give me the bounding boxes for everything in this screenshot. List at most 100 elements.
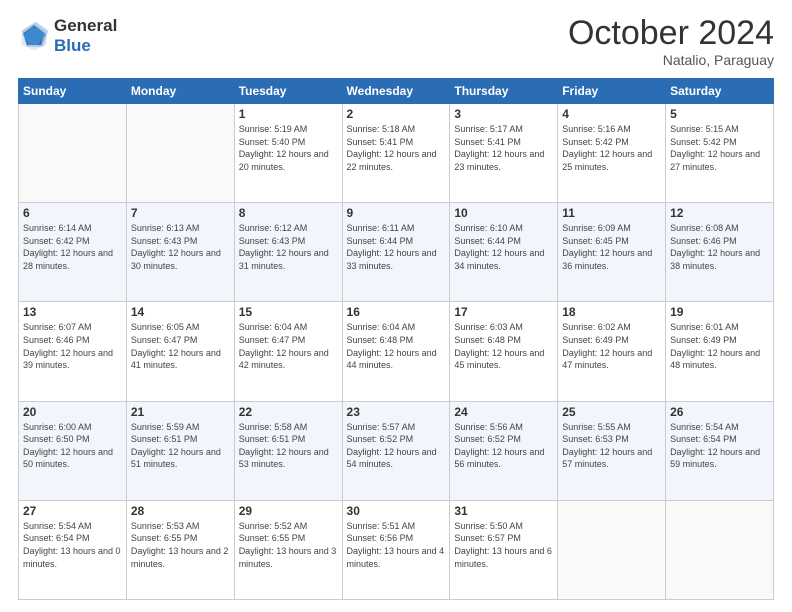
day-info: Sunrise: 6:14 AMSunset: 6:42 PMDaylight:… xyxy=(23,222,122,272)
calendar-cell: 11 Sunrise: 6:09 AMSunset: 6:45 PMDayligh… xyxy=(558,203,666,302)
day-info: Sunrise: 6:08 AMSunset: 6:46 PMDaylight:… xyxy=(670,222,769,272)
location-subtitle: Natalio, Paraguay xyxy=(568,52,774,68)
day-number: 16 xyxy=(347,305,446,319)
day-info: Sunrise: 6:04 AMSunset: 6:48 PMDaylight:… xyxy=(347,321,446,371)
day-number: 19 xyxy=(670,305,769,319)
day-info: Sunrise: 6:04 AMSunset: 6:47 PMDaylight:… xyxy=(239,321,338,371)
day-number: 22 xyxy=(239,405,338,419)
header-wednesday: Wednesday xyxy=(342,79,450,104)
calendar-cell: 25 Sunrise: 5:55 AMSunset: 6:53 PMDayligh… xyxy=(558,401,666,500)
day-number: 17 xyxy=(454,305,553,319)
day-number: 4 xyxy=(562,107,661,121)
calendar-week-5: 27 Sunrise: 5:54 AMSunset: 6:54 PMDayligh… xyxy=(19,500,774,599)
calendar-cell xyxy=(666,500,774,599)
day-info: Sunrise: 5:51 AMSunset: 6:56 PMDaylight:… xyxy=(347,520,446,570)
day-number: 30 xyxy=(347,504,446,518)
calendar-cell: 4 Sunrise: 5:16 AMSunset: 5:42 PMDaylight… xyxy=(558,104,666,203)
calendar-week-2: 6 Sunrise: 6:14 AMSunset: 6:42 PMDaylight… xyxy=(19,203,774,302)
calendar-week-4: 20Sunrise: 6:00 AMSunset: 6:50 PMDayligh… xyxy=(19,401,774,500)
day-number: 24 xyxy=(454,405,553,419)
calendar-cell: 3 Sunrise: 5:17 AMSunset: 5:41 PMDaylight… xyxy=(450,104,558,203)
day-number: 28 xyxy=(131,504,230,518)
calendar-cell: 26Sunrise: 5:54 AMSunset: 6:54 PMDayligh… xyxy=(666,401,774,500)
day-info: Sunrise: 5:15 AMSunset: 5:42 PMDaylight:… xyxy=(670,123,769,173)
day-info: Sunrise: 5:55 AMSunset: 6:53 PMDaylight:… xyxy=(562,421,661,471)
logo-icon xyxy=(18,20,50,52)
calendar-cell: 10 Sunrise: 6:10 AMSunset: 6:44 PMDayligh… xyxy=(450,203,558,302)
calendar-table: SundayMondayTuesdayWednesdayThursdayFrid… xyxy=(18,78,774,600)
calendar-cell: 18 Sunrise: 6:02 AMSunset: 6:49 PMDayligh… xyxy=(558,302,666,401)
calendar-cell: 9 Sunrise: 6:11 AMSunset: 6:44 PMDaylight… xyxy=(342,203,450,302)
day-info: Sunrise: 5:56 AMSunset: 6:52 PMDaylight:… xyxy=(454,421,553,471)
day-info: Sunrise: 6:03 AMSunset: 6:48 PMDaylight:… xyxy=(454,321,553,371)
calendar-cell: 27 Sunrise: 5:54 AMSunset: 6:54 PMDayligh… xyxy=(19,500,127,599)
logo-blue: Blue xyxy=(54,36,117,56)
logo: General Blue xyxy=(18,16,117,57)
day-info: Sunrise: 6:12 AMSunset: 6:43 PMDaylight:… xyxy=(239,222,338,272)
day-info: Sunrise: 6:00 AMSunset: 6:50 PMDaylight:… xyxy=(23,421,122,471)
calendar-cell: 23Sunrise: 5:57 AMSunset: 6:52 PMDayligh… xyxy=(342,401,450,500)
day-info: Sunrise: 6:05 AMSunset: 6:47 PMDaylight:… xyxy=(131,321,230,371)
header-monday: Monday xyxy=(126,79,234,104)
day-number: 7 xyxy=(131,206,230,220)
calendar-header-row: SundayMondayTuesdayWednesdayThursdayFrid… xyxy=(19,79,774,104)
calendar-cell: 22Sunrise: 5:58 AMSunset: 6:51 PMDayligh… xyxy=(234,401,342,500)
day-info: Sunrise: 5:19 AMSunset: 5:40 PMDaylight:… xyxy=(239,123,338,173)
day-number: 2 xyxy=(347,107,446,121)
calendar-cell: 31 Sunrise: 5:50 AMSunset: 6:57 PMDayligh… xyxy=(450,500,558,599)
calendar-cell: 1 Sunrise: 5:19 AMSunset: 5:40 PMDaylight… xyxy=(234,104,342,203)
calendar-cell: 29Sunrise: 5:52 AMSunset: 6:55 PMDayligh… xyxy=(234,500,342,599)
calendar-cell: 8 Sunrise: 6:12 AMSunset: 6:43 PMDaylight… xyxy=(234,203,342,302)
day-info: Sunrise: 5:17 AMSunset: 5:41 PMDaylight:… xyxy=(454,123,553,173)
calendar-week-1: 1 Sunrise: 5:19 AMSunset: 5:40 PMDaylight… xyxy=(19,104,774,203)
day-number: 18 xyxy=(562,305,661,319)
calendar-cell: 7 Sunrise: 6:13 AMSunset: 6:43 PMDaylight… xyxy=(126,203,234,302)
logo-text: General Blue xyxy=(54,16,117,57)
calendar-cell: 5 Sunrise: 5:15 AMSunset: 5:42 PMDaylight… xyxy=(666,104,774,203)
header-thursday: Thursday xyxy=(450,79,558,104)
day-number: 1 xyxy=(239,107,338,121)
day-number: 21 xyxy=(131,405,230,419)
day-number: 10 xyxy=(454,206,553,220)
day-info: Sunrise: 6:02 AMSunset: 6:49 PMDaylight:… xyxy=(562,321,661,371)
day-number: 9 xyxy=(347,206,446,220)
month-title: October 2024 xyxy=(568,16,774,50)
day-info: Sunrise: 5:53 AMSunset: 6:55 PMDaylight:… xyxy=(131,520,230,570)
calendar-cell xyxy=(126,104,234,203)
day-number: 27 xyxy=(23,504,122,518)
day-info: Sunrise: 5:54 AMSunset: 6:54 PMDaylight:… xyxy=(23,520,122,570)
calendar-cell: 28 Sunrise: 5:53 AMSunset: 6:55 PMDayligh… xyxy=(126,500,234,599)
day-number: 6 xyxy=(23,206,122,220)
day-number: 23 xyxy=(347,405,446,419)
calendar-cell: 14Sunrise: 6:05 AMSunset: 6:47 PMDayligh… xyxy=(126,302,234,401)
day-number: 3 xyxy=(454,107,553,121)
day-number: 31 xyxy=(454,504,553,518)
header-tuesday: Tuesday xyxy=(234,79,342,104)
day-number: 11 xyxy=(562,206,661,220)
day-info: Sunrise: 6:09 AMSunset: 6:45 PMDaylight:… xyxy=(562,222,661,272)
day-info: Sunrise: 5:16 AMSunset: 5:42 PMDaylight:… xyxy=(562,123,661,173)
calendar-cell: 13Sunrise: 6:07 AMSunset: 6:46 PMDayligh… xyxy=(19,302,127,401)
calendar-cell: 6 Sunrise: 6:14 AMSunset: 6:42 PMDaylight… xyxy=(19,203,127,302)
calendar-cell: 20Sunrise: 6:00 AMSunset: 6:50 PMDayligh… xyxy=(19,401,127,500)
day-number: 5 xyxy=(670,107,769,121)
calendar-cell: 30 Sunrise: 5:51 AMSunset: 6:56 PMDayligh… xyxy=(342,500,450,599)
day-number: 12 xyxy=(670,206,769,220)
day-info: Sunrise: 6:13 AMSunset: 6:43 PMDaylight:… xyxy=(131,222,230,272)
day-info: Sunrise: 5:50 AMSunset: 6:57 PMDaylight:… xyxy=(454,520,553,570)
day-info: Sunrise: 5:59 AMSunset: 6:51 PMDaylight:… xyxy=(131,421,230,471)
logo-general: General xyxy=(54,16,117,36)
calendar-cell: 15Sunrise: 6:04 AMSunset: 6:47 PMDayligh… xyxy=(234,302,342,401)
day-info: Sunrise: 6:10 AMSunset: 6:44 PMDaylight:… xyxy=(454,222,553,272)
day-number: 8 xyxy=(239,206,338,220)
day-info: Sunrise: 5:52 AMSunset: 6:55 PMDaylight:… xyxy=(239,520,338,570)
calendar-cell: 17 Sunrise: 6:03 AMSunset: 6:48 PMDayligh… xyxy=(450,302,558,401)
day-number: 26 xyxy=(670,405,769,419)
calendar-cell xyxy=(558,500,666,599)
day-number: 25 xyxy=(562,405,661,419)
calendar-cell: 19Sunrise: 6:01 AMSunset: 6:49 PMDayligh… xyxy=(666,302,774,401)
header-saturday: Saturday xyxy=(666,79,774,104)
day-info: Sunrise: 5:18 AMSunset: 5:41 PMDaylight:… xyxy=(347,123,446,173)
calendar-cell: 21 Sunrise: 5:59 AMSunset: 6:51 PMDayligh… xyxy=(126,401,234,500)
day-info: Sunrise: 6:11 AMSunset: 6:44 PMDaylight:… xyxy=(347,222,446,272)
